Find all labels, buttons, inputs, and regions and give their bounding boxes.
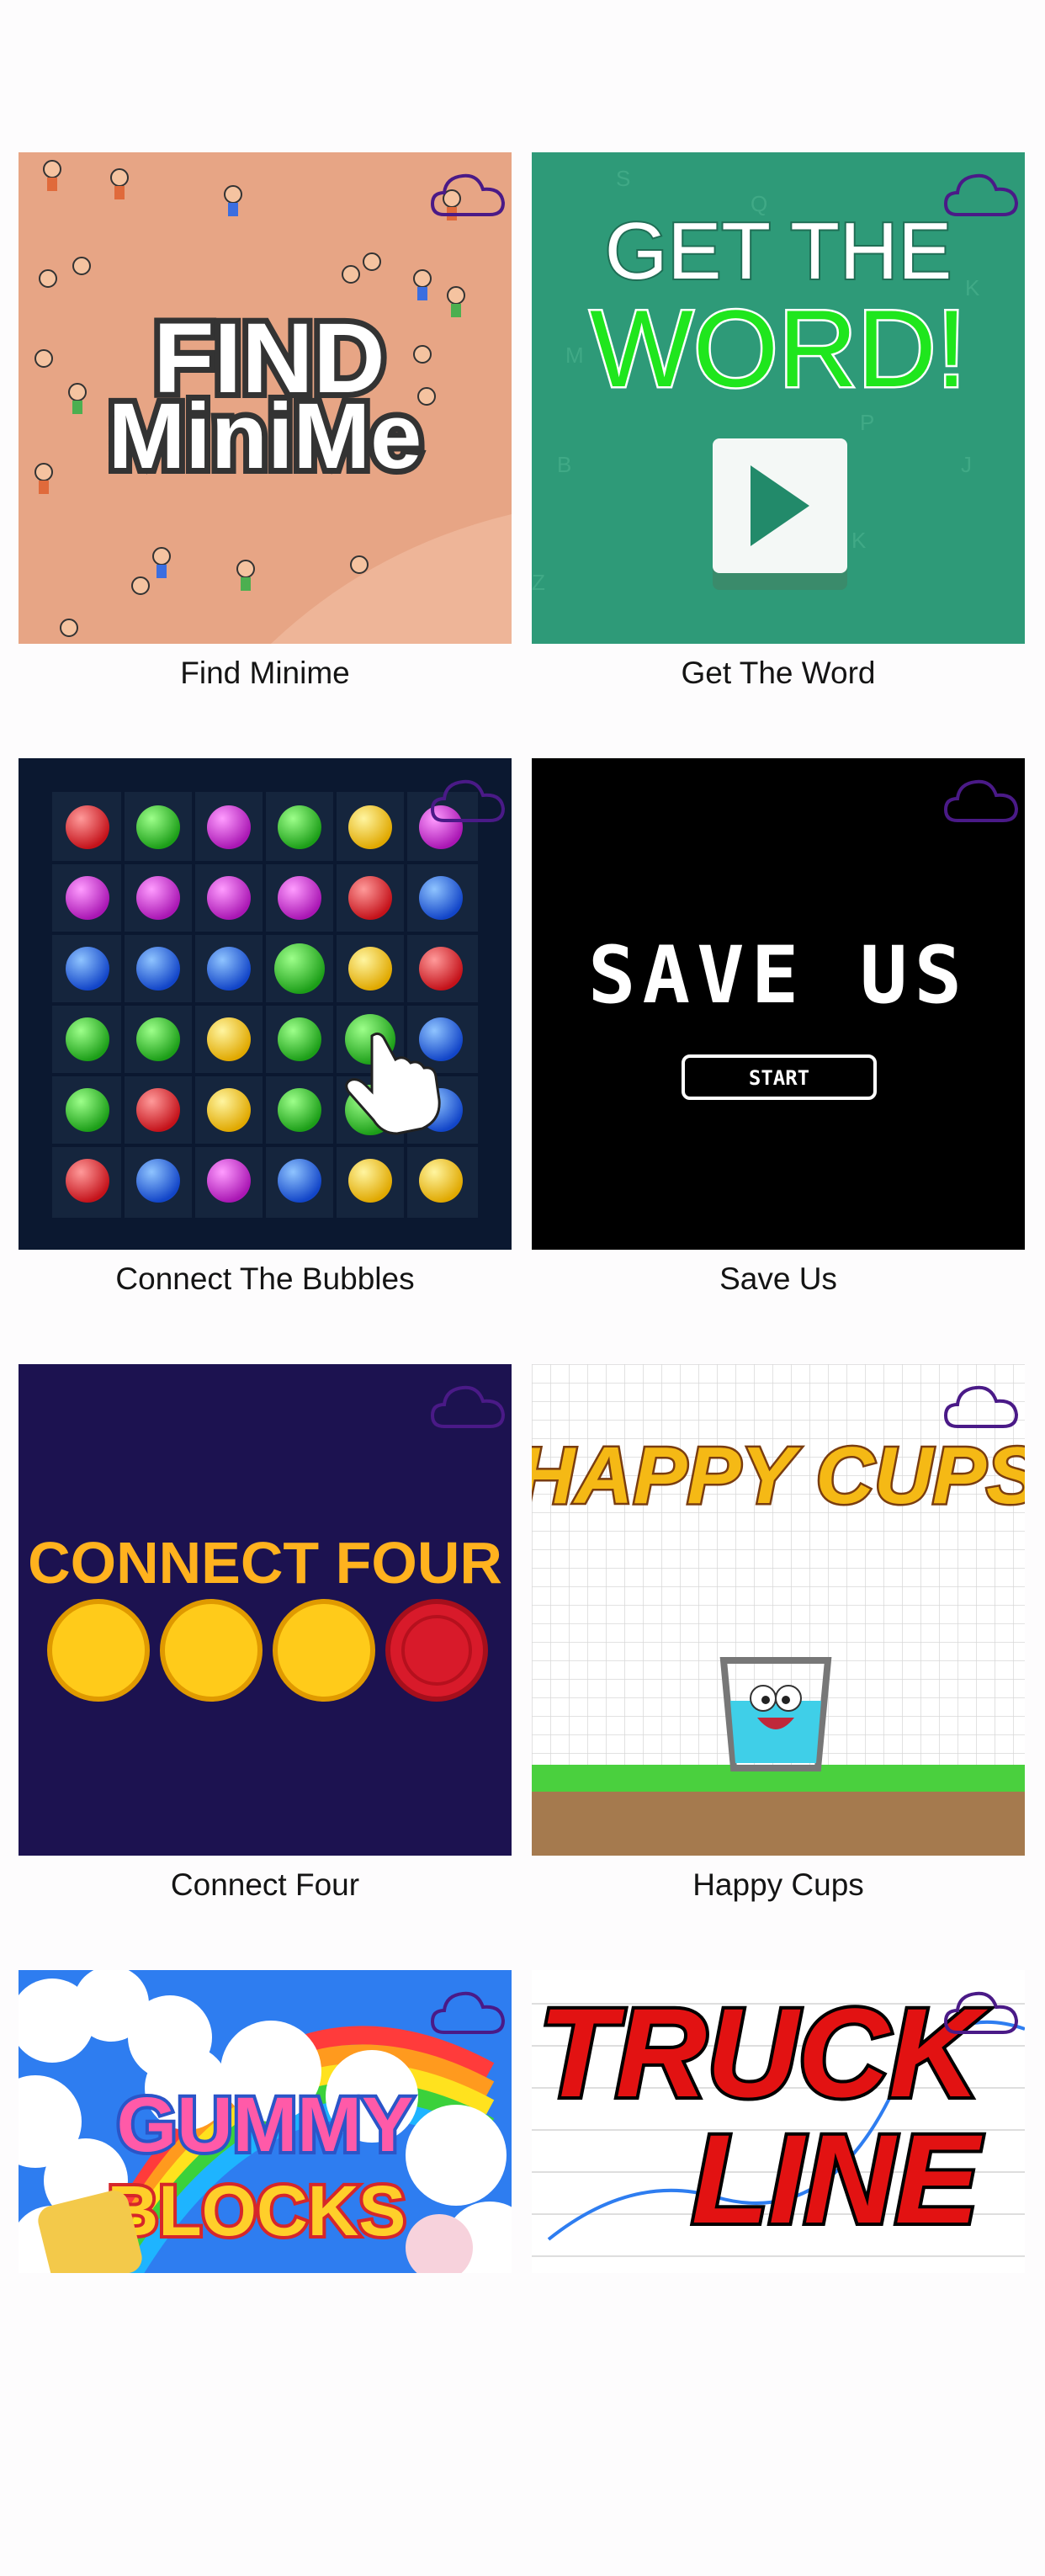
svg-text:J: J bbox=[961, 452, 972, 477]
game-thumbnail[interactable]: SQK MBJ PZK GET THE WORD! bbox=[532, 152, 1025, 644]
game-card-get-the-word[interactable]: SQK MBJ PZK GET THE WORD! Get The Word bbox=[532, 152, 1025, 758]
game-card-save-us[interactable]: SAVE US START Save Us bbox=[532, 758, 1025, 1364]
cloud-icon[interactable] bbox=[429, 772, 507, 827]
game-title: Get The Word bbox=[681, 656, 876, 690]
game-title: Connect Four bbox=[170, 1867, 360, 1902]
cloud-icon[interactable] bbox=[429, 166, 507, 221]
game-thumbnail[interactable] bbox=[19, 758, 512, 1250]
svg-text:K: K bbox=[851, 528, 867, 553]
game-title: Find Minime bbox=[180, 656, 350, 690]
svg-text:START: START bbox=[749, 1066, 809, 1090]
svg-text:WORD!: WORD! bbox=[590, 287, 967, 410]
game-thumbnail[interactable]: CONNECT FOUR bbox=[19, 1364, 512, 1856]
svg-text:P: P bbox=[860, 410, 874, 435]
svg-text:SAVE US: SAVE US bbox=[588, 930, 968, 1022]
game-art-happy-cups: HAPPY CUPS bbox=[532, 1364, 1025, 1856]
svg-text:Z: Z bbox=[532, 570, 545, 595]
svg-text:B: B bbox=[557, 452, 571, 477]
game-card-happy-cups[interactable]: HAPPY CUPS Happy Cups bbox=[532, 1364, 1025, 1970]
game-art-get-the-word: SQK MB J PZK GET THE WORD! bbox=[532, 152, 1025, 644]
svg-text:GET THE: GET THE bbox=[605, 206, 952, 296]
svg-text:GUMMY: GUMMY bbox=[117, 2082, 414, 2168]
game-title: Happy Cups bbox=[692, 1867, 864, 1902]
game-thumbnail[interactable]: HAPPY CUPS bbox=[532, 1364, 1025, 1856]
svg-text:M: M bbox=[565, 343, 584, 368]
cloud-icon[interactable] bbox=[942, 166, 1020, 221]
cloud-icon[interactable] bbox=[429, 1984, 507, 2039]
game-card-gummy-blocks[interactable]: GUMMY BLOCKS bbox=[19, 1970, 512, 2576]
svg-text:LINE: LINE bbox=[692, 2108, 983, 2249]
game-art-find-minime: FIND MiniMe bbox=[19, 152, 512, 644]
game-thumbnail[interactable]: TRUCK LINE bbox=[532, 1970, 1025, 2273]
svg-text:K: K bbox=[965, 275, 980, 300]
svg-text:HAPPY CUPS: HAPPY CUPS bbox=[532, 1431, 1025, 1521]
cloud-icon[interactable] bbox=[429, 1378, 507, 1433]
game-art-connect-the-bubbles bbox=[19, 758, 512, 1250]
game-art-connect-four: CONNECT FOUR bbox=[19, 1364, 512, 1856]
game-title: Save Us bbox=[719, 1261, 837, 1296]
svg-text:MiniMe: MiniMe bbox=[109, 385, 422, 488]
game-card-truck-line[interactable]: TRUCK LINE bbox=[532, 1970, 1025, 2576]
cloud-icon[interactable] bbox=[942, 1984, 1020, 2039]
game-thumbnail[interactable]: GUMMY BLOCKS bbox=[19, 1970, 512, 2273]
game-card-connect-the-bubbles[interactable]: Connect The Bubbles bbox=[19, 758, 512, 1364]
game-thumbnail[interactable]: FIND MiniMe bbox=[19, 152, 512, 644]
game-art-save-us: SAVE US START bbox=[532, 758, 1025, 1250]
game-card-find-minime[interactable]: FIND MiniMe Find Minime bbox=[19, 152, 512, 758]
game-thumbnail[interactable]: SAVE US START bbox=[532, 758, 1025, 1250]
cloud-icon[interactable] bbox=[942, 1378, 1020, 1433]
svg-text:BLOCKS: BLOCKS bbox=[108, 2171, 406, 2250]
svg-text:CONNECT FOUR: CONNECT FOUR bbox=[28, 1530, 502, 1596]
svg-text:S: S bbox=[616, 166, 630, 191]
cloud-icon[interactable] bbox=[942, 772, 1020, 827]
game-card-connect-four[interactable]: CONNECT FOUR Connect Four bbox=[19, 1364, 512, 1970]
svg-text:TRUCK: TRUCK bbox=[538, 1982, 989, 2123]
game-title: Connect The Bubbles bbox=[115, 1261, 415, 1296]
games-grid: FIND MiniMe Find Minime SQK MBJ PZK GET … bbox=[19, 152, 1025, 2576]
